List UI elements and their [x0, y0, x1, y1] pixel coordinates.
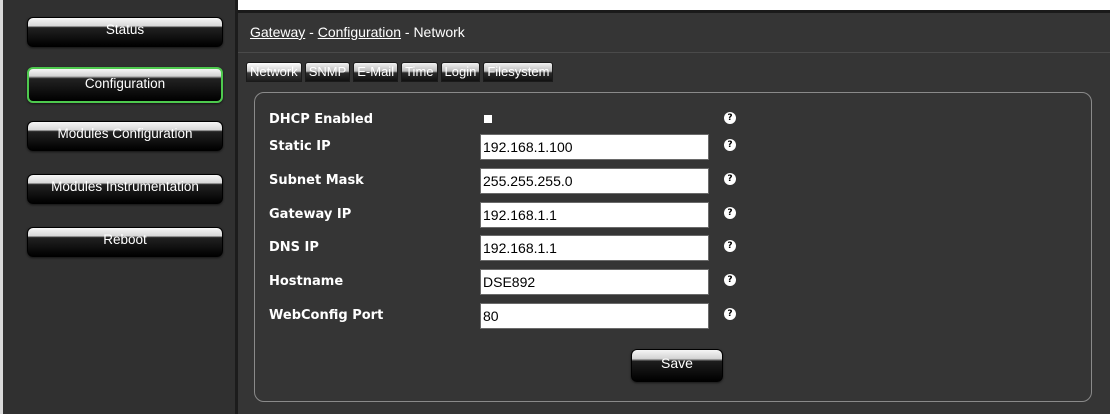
nav-reboot-button[interactable]: Reboot [27, 227, 223, 257]
subnet-mask-row: Subnet Mask ? [255, 168, 1093, 200]
dns-ip-input[interactable] [480, 235, 709, 261]
webconfig-port-input[interactable] [480, 303, 709, 329]
nav-modules-configuration-button[interactable]: Modules Configuration [27, 121, 223, 151]
main-content: Gateway - Configuration - Network Networ… [238, 10, 1110, 414]
hostname-row: Hostname ? [255, 269, 1093, 301]
tab-bar: Network SNMP E-Mail Time Login Filesyste… [246, 62, 554, 84]
gateway-ip-label: Gateway IP [269, 207, 352, 222]
nav-modules-instrumentation-button[interactable]: Modules Instrumentation [27, 174, 223, 204]
webconfig-port-label: WebConfig Port [269, 308, 384, 323]
breadcrumb: Gateway - Configuration - Network [238, 13, 1110, 53]
breadcrumb-separator: - [400, 24, 414, 40]
help-icon[interactable]: ? [724, 207, 736, 219]
dhcp-checkbox[interactable] [484, 115, 492, 123]
gateway-ip-input[interactable] [480, 202, 709, 228]
help-icon[interactable]: ? [724, 240, 736, 252]
network-settings-panel: DHCP Enabled ? Static IP ? Subnet Mask ?… [254, 92, 1092, 402]
nav-configuration-button[interactable]: Configuration [27, 67, 223, 103]
tab-login[interactable]: Login [440, 62, 481, 82]
help-icon[interactable]: ? [724, 308, 736, 320]
static-ip-row: Static IP ? [255, 134, 1093, 166]
tab-filesystem[interactable]: Filesystem [483, 62, 554, 82]
subnet-mask-label: Subnet Mask [269, 173, 364, 188]
static-ip-input[interactable] [480, 134, 709, 160]
help-icon[interactable]: ? [724, 173, 736, 185]
tab-time[interactable]: Time [401, 62, 438, 82]
nav-status-button[interactable]: Status [27, 17, 223, 47]
tab-email[interactable]: E-Mail [353, 62, 399, 82]
breadcrumb-gateway-link[interactable]: Gateway [250, 24, 305, 40]
tab-network[interactable]: Network [246, 62, 302, 82]
webconfig-port-row: WebConfig Port ? [255, 303, 1093, 335]
save-button[interactable]: Save [631, 349, 723, 382]
breadcrumb-current: Network [413, 24, 465, 40]
dns-ip-row: DNS IP ? [255, 235, 1093, 267]
hostname-label: Hostname [269, 274, 344, 289]
help-icon[interactable]: ? [724, 274, 736, 286]
hostname-input[interactable] [480, 269, 709, 295]
dns-ip-label: DNS IP [269, 240, 319, 255]
static-ip-label: Static IP [269, 139, 331, 154]
help-icon[interactable]: ? [724, 139, 736, 151]
gateway-ip-row: Gateway IP ? [255, 202, 1093, 234]
subnet-mask-input[interactable] [480, 168, 709, 194]
help-icon[interactable]: ? [724, 112, 736, 124]
sidebar: Status Configuration Modules Configurati… [0, 0, 238, 414]
breadcrumb-configuration-link[interactable]: Configuration [318, 24, 401, 40]
tab-snmp[interactable]: SNMP [304, 62, 351, 82]
dhcp-label: DHCP Enabled [269, 112, 374, 127]
breadcrumb-separator: - [305, 24, 318, 40]
